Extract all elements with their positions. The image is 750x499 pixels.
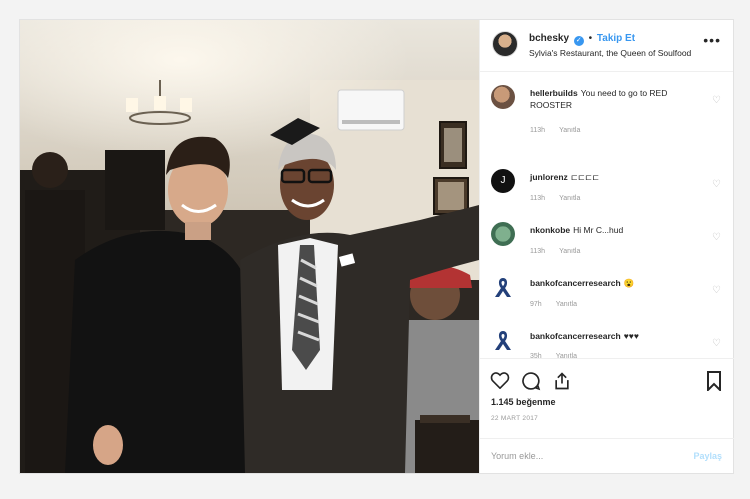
comment-text: 😮 <box>623 278 635 288</box>
comment-meta: 113h Yanıtla <box>530 127 594 134</box>
comment-text: ⊏⊏⊏⊏ <box>570 172 600 182</box>
post-photo-illustration <box>20 20 479 473</box>
comment-meta: 113h Yanıtla <box>530 195 594 202</box>
post-location[interactable]: Sylvia's Restaurant, the Queen of Soulfo… <box>529 48 691 58</box>
comment-username[interactable]: junlorenz <box>530 172 568 182</box>
comment-body: bankofcancerresearch ♥♥♥ <box>530 330 700 342</box>
comment-username[interactable]: bankofcancerresearch <box>530 278 621 288</box>
follow-button[interactable]: Takip Et <box>597 33 635 44</box>
reply-button[interactable]: Yanıtla <box>559 195 580 202</box>
reply-button[interactable]: Yanıtla <box>556 301 577 308</box>
comment-time: 113h <box>530 248 546 255</box>
comment-body: bankofcancerresearch 😮 <box>530 277 700 289</box>
bookmark-icon[interactable] <box>706 371 722 391</box>
post-comment-button[interactable]: Paylaş <box>693 451 722 461</box>
reply-button[interactable]: Yanıtla <box>559 248 580 255</box>
post-header: bchesky ✓ • Takip Et Sylvia's Restaurant… <box>480 20 733 72</box>
comment-text: Hi Mr C...hud <box>573 225 624 235</box>
comment-input[interactable]: Yorum ekle... <box>491 451 543 461</box>
comment-meta: 113h Yanıtla <box>530 248 594 255</box>
reply-button[interactable]: Yanıtla <box>559 127 580 134</box>
author-username[interactable]: bchesky <box>529 33 569 44</box>
comment-username[interactable]: nkonkobe <box>530 225 570 235</box>
comment-bubble-icon[interactable] <box>521 371 541 391</box>
comment-avatar[interactable]: J <box>491 169 515 193</box>
comment-time: 97h <box>530 301 542 308</box>
comment-body: hellerbuilds You need to go to RED ROOSTE… <box>530 87 700 111</box>
comment-time: 113h <box>530 195 546 202</box>
likes-count[interactable]: 1.145 beğenme <box>491 397 556 407</box>
post-date: 22 MART 2017 <box>491 415 539 422</box>
instagram-post: bchesky ✓ • Takip Et Sylvia's Restaurant… <box>19 19 734 474</box>
like-heart-icon[interactable] <box>490 371 510 389</box>
comment-like-icon[interactable]: ♡ <box>712 179 721 190</box>
share-icon[interactable] <box>552 371 572 391</box>
comment-text: ♥♥♥ <box>623 331 639 341</box>
comment-meta: 97h Yanıtla <box>530 301 591 308</box>
post-sidebar: bchesky ✓ • Takip Et Sylvia's Restaurant… <box>479 20 734 474</box>
comment-like-icon[interactable]: ♡ <box>712 338 721 349</box>
comment-body: junlorenz ⊏⊏⊏⊏ <box>530 171 700 183</box>
verified-badge-icon: ✓ <box>573 36 584 46</box>
comment-avatar[interactable] <box>491 222 515 246</box>
comment-time: 113h <box>530 127 546 134</box>
more-options-icon[interactable]: ••• <box>703 33 721 47</box>
comment-body: nkonkobe Hi Mr C...hud <box>530 224 700 236</box>
post-photo[interactable] <box>20 20 479 473</box>
awareness-ribbon-icon[interactable] <box>491 328 515 352</box>
comment-username[interactable]: hellerbuilds <box>530 88 578 98</box>
comment-like-icon[interactable]: ♡ <box>712 95 721 106</box>
comment-like-icon[interactable]: ♡ <box>712 232 721 243</box>
comment-username[interactable]: bankofcancerresearch <box>530 331 621 341</box>
author-avatar[interactable] <box>492 31 518 57</box>
comment-like-icon[interactable]: ♡ <box>712 285 721 296</box>
comment-composer: Yorum ekle... Paylaş <box>480 438 734 475</box>
comments-list: hellerbuilds You need to go to RED ROOSTE… <box>480 72 734 360</box>
author-line: bchesky ✓ • Takip Et <box>529 33 635 46</box>
separator-dot: • <box>588 33 593 44</box>
comment-avatar[interactable] <box>491 85 515 109</box>
post-actions: 1.145 beğenme 22 MART 2017 Yorum ekle...… <box>480 358 734 474</box>
awareness-ribbon-icon[interactable] <box>491 275 515 299</box>
